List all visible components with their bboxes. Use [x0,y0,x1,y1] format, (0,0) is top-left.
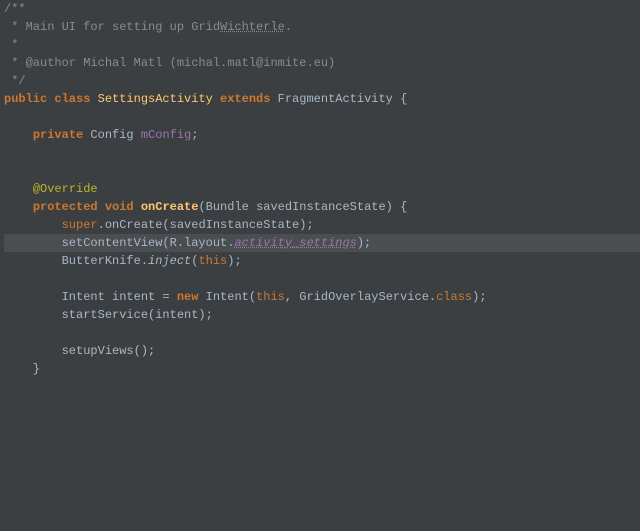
token: Intent( [206,290,256,304]
code-line-3[interactable]: * [4,36,640,54]
code-line-17[interactable]: Intent intent = new Intent(this, GridOve… [4,288,640,306]
token: ; [191,128,198,142]
token: startService(intent); [4,308,213,322]
token: */ [4,74,26,88]
token: setupViews(); [4,344,155,358]
code-line-1[interactable]: /** [4,0,640,18]
token: class [436,290,472,304]
token: } [4,362,40,376]
token: .onCreate(savedInstanceState); [98,218,314,232]
token: ); [472,290,486,304]
token: public class [4,92,98,106]
code-line-4[interactable]: * @author Michal Matl (michal.matl@inmit… [4,54,640,72]
code-line-16[interactable] [4,270,640,288]
token [4,200,33,214]
token: private [33,128,91,142]
token: . [285,20,292,34]
token [4,128,33,142]
token: FragmentActivity { [278,92,408,106]
token: extends [220,92,278,106]
code-line-6[interactable]: public class SettingsActivity extends Fr… [4,90,640,108]
token: super [62,218,98,232]
code-line-8[interactable]: private Config mConfig; [4,126,640,144]
token: (Bundle savedInstanceState) { [198,200,407,214]
token: * @author Michal Matl (michal.matl@inmit… [4,56,335,70]
token: * [4,38,18,52]
code-line-14[interactable]: setContentView(R.layout.activity_setting… [4,234,640,252]
code-line-9[interactable] [4,144,640,162]
token: this [256,290,285,304]
code-line-19[interactable] [4,324,640,342]
token: , GridOverlayService. [285,290,436,304]
token: new [177,290,206,304]
code-editor[interactable]: /** * Main UI for setting up GridWichter… [0,0,640,531]
token: Wichterle [220,20,285,34]
token [4,182,33,196]
code-line-21[interactable]: } [4,360,640,378]
token: this [198,254,227,268]
token [4,218,62,232]
token: ); [227,254,241,268]
code-line-11[interactable]: @Override [4,180,640,198]
token: mConfig [141,128,191,142]
token: /** [4,2,26,16]
token: protected void [33,200,141,214]
token: onCreate [141,200,199,214]
token: @Override [33,182,98,196]
code-line-13[interactable]: super.onCreate(savedInstanceState); [4,216,640,234]
token: inject [148,254,191,268]
code-line-15[interactable]: ButterKnife.inject(this); [4,252,640,270]
code-line-20[interactable]: setupViews(); [4,342,640,360]
token: * Main UI for setting up Grid [4,20,220,34]
code-line-10[interactable] [4,162,640,180]
token: Config [90,128,140,142]
code-line-5[interactable]: */ [4,72,640,90]
code-line-2[interactable]: * Main UI for setting up GridWichterle. [4,18,640,36]
token: ButterKnife. [4,254,148,268]
token: Intent intent = [4,290,177,304]
code-line-18[interactable]: startService(intent); [4,306,640,324]
code-line-7[interactable] [4,108,640,126]
code-line-12[interactable]: protected void onCreate(Bundle savedInst… [4,198,640,216]
token: activity_settings [234,236,356,250]
token: setContentView(R.layout. [4,236,234,250]
token: SettingsActivity [98,92,220,106]
token: ); [357,236,371,250]
